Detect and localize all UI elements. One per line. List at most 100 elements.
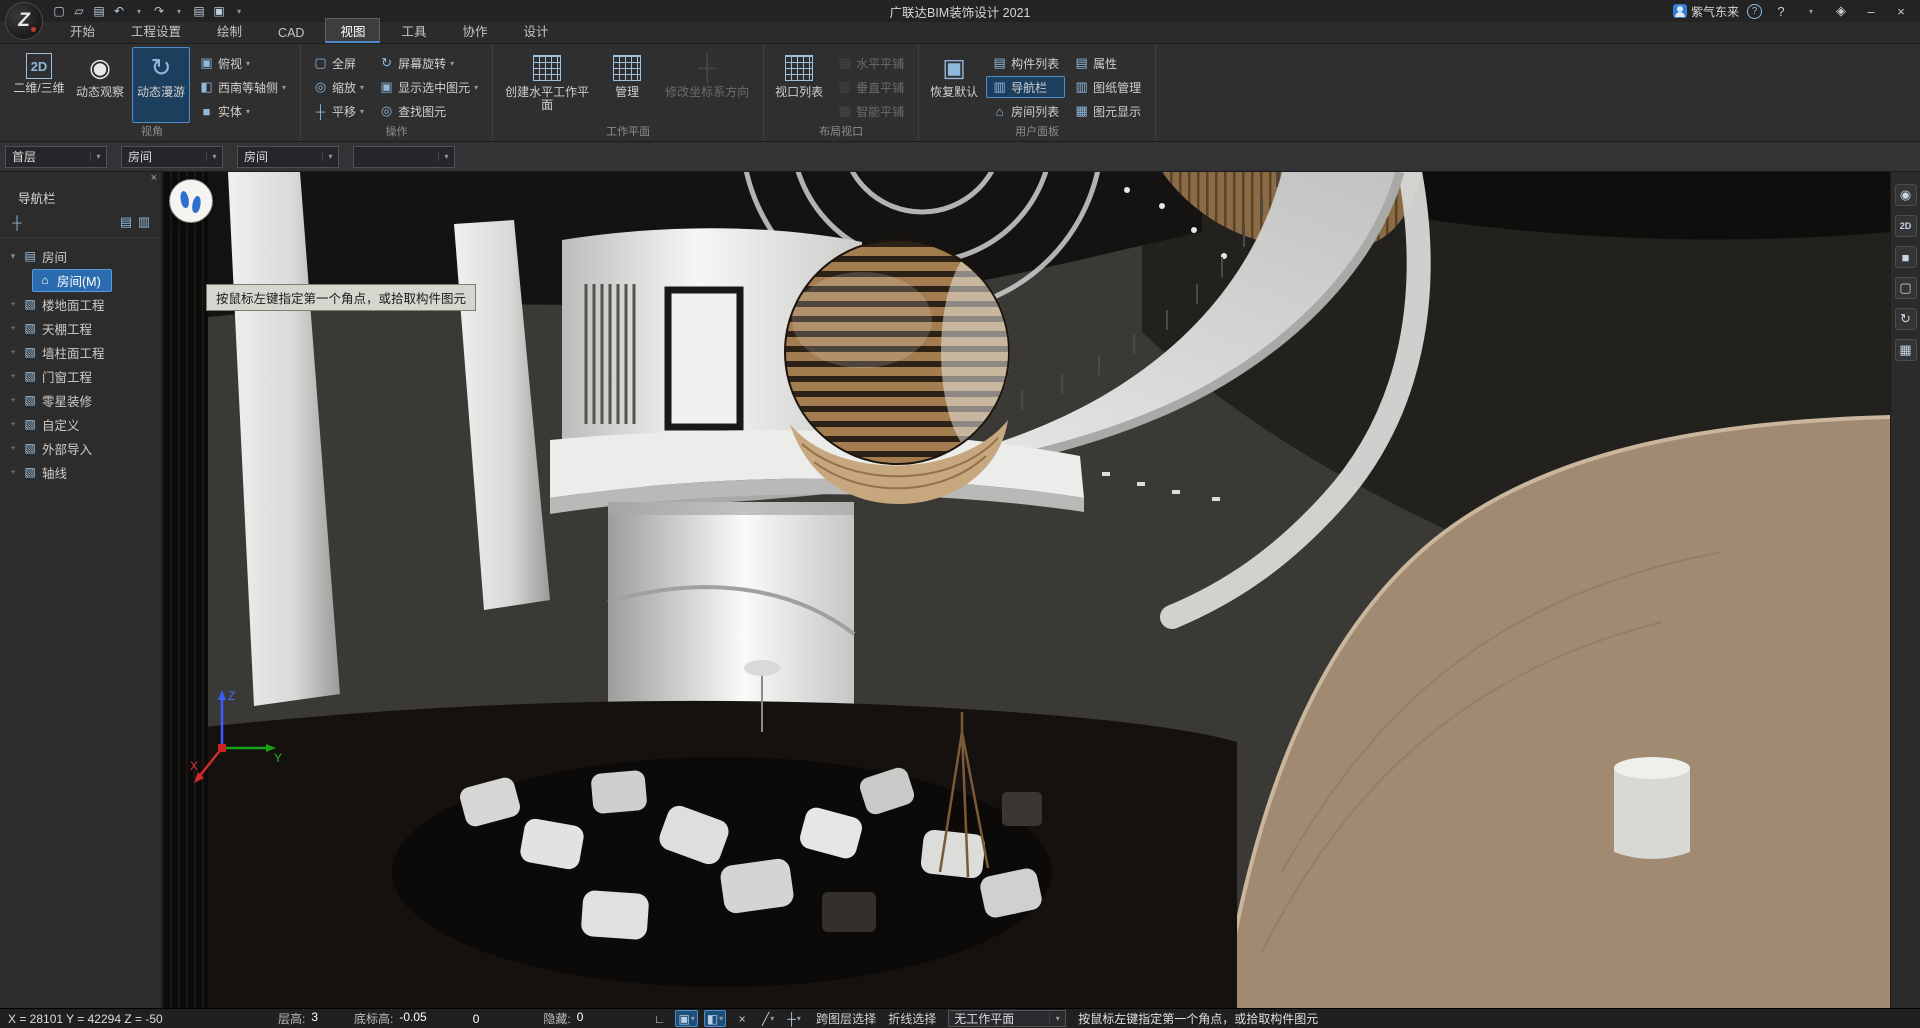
ceiling-works-expand-icon[interactable]: + xyxy=(8,323,18,333)
tree-node-gridline[interactable]: + ▧ 轴线 xyxy=(0,460,161,484)
tree-node-external-import[interactable]: + ▧ 外部导入 xyxy=(0,436,161,460)
solid-style-button[interactable]: ■ 实体 ▾ xyxy=(193,100,292,122)
wall-column-expand-icon[interactable]: + xyxy=(8,347,18,357)
list-view-icon[interactable]: ▥ xyxy=(135,213,153,231)
tree-node-door-window-works[interactable]: + ▧ 门窗工程 xyxy=(0,364,161,388)
floor-height-value[interactable]: 3 xyxy=(311,1010,318,1027)
rail-cube-solid-icon[interactable]: ■ xyxy=(1895,246,1917,268)
rail-rotate-icon[interactable]: ↻ xyxy=(1895,308,1917,330)
manage-workplane-button[interactable]: 管理 xyxy=(598,47,656,123)
floor-select-value: 首层 xyxy=(6,148,90,165)
rail-orbit-icon[interactable]: ◉ xyxy=(1895,184,1917,206)
restore-default-button[interactable]: ▣ 恢复默认 xyxy=(925,47,983,123)
coordinate-input-icon[interactable]: ┼ ▾ xyxy=(784,1010,804,1027)
line-style-icon[interactable]: ╱ ▾ xyxy=(758,1010,778,1027)
room-list-button[interactable]: ⌂ 房间列表 xyxy=(986,100,1065,122)
tab-draw[interactable]: 绘制 xyxy=(202,18,257,43)
room-root-twisty-icon[interactable]: ▾ xyxy=(8,251,18,262)
door-window-expand-icon[interactable]: + xyxy=(8,371,18,381)
fullscreen-label: 全屏 xyxy=(332,55,356,72)
tree-node-wall-column-works[interactable]: + ▧ 墙柱面工程 xyxy=(0,340,161,364)
3d-viewport[interactable]: 按鼠标左键指定第一个角点，或拾取构件图元 Z Y X xyxy=(162,172,1890,1008)
ortho-toggle-icon[interactable]: ∟ xyxy=(649,1010,669,1027)
floor-select[interactable]: 首层 ▾ xyxy=(5,146,107,168)
screen-rotate-button[interactable]: ↻ 屏幕旋转 ▾ xyxy=(373,52,484,74)
tab-project-settings[interactable]: 工程设置 xyxy=(116,18,196,43)
navigator-toggle-button[interactable]: ▥ 导航栏 xyxy=(986,76,1065,98)
modify-axis-button[interactable]: ┼ 修改坐标系方向 xyxy=(659,47,755,123)
extra-select[interactable]: ▾ xyxy=(353,146,455,168)
fullscreen-button[interactable]: ▢ 全屏 xyxy=(307,52,370,74)
gridline-expand-icon[interactable]: + xyxy=(8,467,18,477)
top-view-button[interactable]: ▣ 俯视 ▾ xyxy=(193,52,292,74)
tab-design[interactable]: 设计 xyxy=(509,18,564,43)
pin-icon[interactable]: ◈ xyxy=(1830,2,1852,20)
rail-2d-icon[interactable]: 2D xyxy=(1895,215,1917,237)
rail-cube-outline-icon[interactable]: ▢ xyxy=(1895,277,1917,299)
tab-start[interactable]: 开始 xyxy=(55,18,110,43)
sw-isometric-button[interactable]: ◧ 西南等轴侧 ▾ xyxy=(193,76,292,98)
category-select[interactable]: 房间 ▾ xyxy=(121,146,223,168)
component-list-button[interactable]: ▤ 构件列表 xyxy=(986,52,1065,74)
toggle-2d-3d-button[interactable]: 2D 二维/三维 xyxy=(10,47,68,123)
tab-view[interactable]: 视图 xyxy=(325,18,380,43)
tree-node-room-selected[interactable]: ⌂ 房间(M) xyxy=(0,268,161,292)
workplane-select-chevron-icon: ▾ xyxy=(1049,1014,1065,1023)
titlebar-right-cluster: 紫气东来 ? ? ▾ ◈ – × xyxy=(1673,2,1920,20)
app-logo[interactable]: Z xyxy=(5,2,43,40)
close-button[interactable]: × xyxy=(1890,2,1912,20)
show-selected-button[interactable]: ▣ 显示选中图元 ▾ xyxy=(373,76,484,98)
solid-pick-chevron-icon: ▾ xyxy=(719,1014,723,1023)
component-list-label: 构件列表 xyxy=(1011,55,1059,72)
navigator-close-icon[interactable]: × xyxy=(151,173,157,184)
tree-view-icon[interactable]: ▤ xyxy=(117,213,135,231)
show-selected-label: 显示选中图元 xyxy=(398,79,470,96)
custom-expand-icon[interactable]: + xyxy=(8,419,18,429)
base-elevation-value[interactable]: -0.05 xyxy=(399,1010,426,1027)
workplane-select-value: 无工作平面 xyxy=(949,1010,1049,1027)
coordinate-input-chevron-icon: ▾ xyxy=(797,1014,801,1023)
tab-collaborate[interactable]: 协作 xyxy=(447,18,502,43)
tree-node-floor-works[interactable]: + ▧ 楼地面工程 xyxy=(0,292,161,316)
tree-node-custom[interactable]: + ▧ 自定义 xyxy=(0,412,161,436)
external-import-expand-icon[interactable]: + xyxy=(8,443,18,453)
properties-label: 属性 xyxy=(1093,55,1117,72)
cross-layer-select-button[interactable]: 跨图层选择 xyxy=(816,1010,876,1027)
element-display-button[interactable]: ▦ 图元显示 xyxy=(1068,100,1147,122)
rail-grid-icon[interactable]: ▦ xyxy=(1895,339,1917,361)
tile-smart-button[interactable]: ▦ 智能平铺 xyxy=(831,100,910,122)
locate-icon[interactable]: ┼ xyxy=(8,213,26,231)
help-chevron-icon[interactable]: ▾ xyxy=(1800,2,1822,20)
workplane-select[interactable]: 无工作平面 ▾ xyxy=(948,1010,1066,1027)
minimize-button[interactable]: – xyxy=(1860,2,1882,20)
tree-node-ceiling-works[interactable]: + ▧ 天棚工程 xyxy=(0,316,161,340)
viewport-list-button[interactable]: 视口列表 xyxy=(770,47,828,123)
tree-node-misc-decoration[interactable]: + ▧ 零星装修 xyxy=(0,388,161,412)
help-menu-button[interactable]: ? xyxy=(1770,2,1792,20)
walkthrough-button[interactable]: ↻ 动态漫游 xyxy=(132,47,190,123)
navigator-icon: ▥ xyxy=(992,80,1007,95)
create-workplane-button[interactable]: 创建水平工作平面 xyxy=(499,47,595,123)
subcategory-select[interactable]: 房间 ▾ xyxy=(237,146,339,168)
sheet-manager-button[interactable]: ▥ 图纸管理 xyxy=(1068,76,1147,98)
polyline-select-button[interactable]: 折线选择 xyxy=(888,1010,936,1027)
properties-button[interactable]: ▤ 属性 xyxy=(1068,52,1147,74)
pan-button[interactable]: ┼ 平移 ▾ xyxy=(307,100,370,122)
tile-horizontal-button[interactable]: ▤ 水平平铺 xyxy=(831,52,910,74)
base-elevation-extra[interactable]: 0 xyxy=(473,1012,480,1026)
user-account[interactable]: 紫气东来 xyxy=(1673,3,1739,20)
dynamic-orbit-button[interactable]: ◉ 动态观察 xyxy=(71,47,129,123)
misc-decoration-expand-icon[interactable]: + xyxy=(8,395,18,405)
tab-cad[interactable]: CAD xyxy=(263,23,319,43)
find-element-button[interactable]: ◎ 查找图元 xyxy=(373,100,484,122)
solid-pick-icon[interactable]: ◧ ▾ xyxy=(704,1010,726,1027)
tab-tools[interactable]: 工具 xyxy=(386,18,441,43)
floor-works-expand-icon[interactable]: + xyxy=(8,299,18,309)
zoom-button[interactable]: ◎ 缩放 ▾ xyxy=(307,76,370,98)
tile-vertical-button[interactable]: ▥ 垂直平铺 xyxy=(831,76,910,98)
group-label-view-angle: 视角 xyxy=(4,123,300,139)
deselect-icon[interactable]: × xyxy=(732,1010,752,1027)
feedback-icon[interactable]: ? xyxy=(1747,4,1762,19)
tree-node-room-root[interactable]: ▾ ▤ 房间 xyxy=(0,244,161,268)
selection-filter-icon[interactable]: ▣ ▾ xyxy=(675,1010,697,1027)
